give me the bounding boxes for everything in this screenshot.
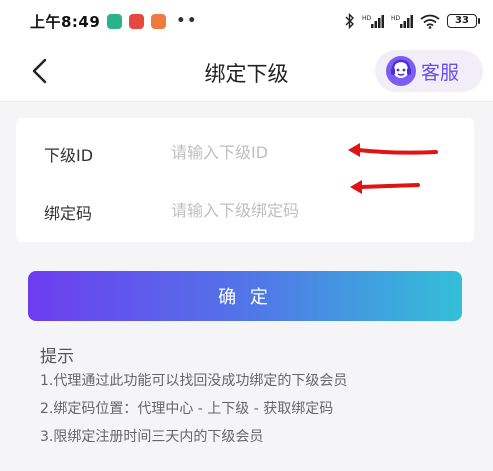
bind-form-card: 下级ID 绑定码 <box>16 118 474 242</box>
subordinate-id-label: 下级ID <box>44 146 94 165</box>
status-time: 上午8:49 <box>30 12 101 31</box>
battery-icon: 33 <box>447 14 480 28</box>
subordinate-id-input[interactable] <box>171 139 351 165</box>
tip-item: 2.绑定码位置：代理中心 - 上下级 - 获取绑定码 <box>40 401 334 417</box>
bind-code-label: 绑定码 <box>44 204 93 223</box>
customer-service-headset-icon <box>386 56 416 86</box>
confirm-button[interactable]: 确 定 <box>28 271 462 321</box>
red-arrow-annotation-1 <box>348 143 438 157</box>
tip-item: 1.代理通过此功能可以找回没成功绑定的下级会员 <box>40 373 348 389</box>
wifi-icon <box>420 14 440 29</box>
status-bar: 上午8:49 •• HD HD 33 <box>0 0 493 42</box>
red-arrow-annotation-2 <box>350 180 420 194</box>
signal-1-icon: HD <box>362 15 384 28</box>
tip-item: 3.限绑定注册时间三天内的下级会员 <box>40 429 264 445</box>
signal-2-icon: HD <box>391 15 413 28</box>
subordinate-id-row: 下级ID <box>16 122 474 180</box>
bluetooth-icon <box>345 13 354 29</box>
bind-code-row: 绑定码 <box>16 180 474 238</box>
message-app-icon <box>129 13 145 29</box>
shop-app-icon <box>151 13 167 29</box>
bind-code-input[interactable] <box>171 197 351 223</box>
tips-title: 提示 <box>40 347 74 367</box>
customer-service-label: 客服 <box>421 61 460 84</box>
svg-text:HD: HD <box>362 15 372 22</box>
more-notifications-icon: •• <box>176 13 199 29</box>
shield-app-icon <box>107 13 123 29</box>
svg-text:HD: HD <box>391 15 401 22</box>
customer-service-button[interactable]: 客服 <box>375 50 483 92</box>
nav-bar: 绑定下级 客服 <box>0 42 493 102</box>
